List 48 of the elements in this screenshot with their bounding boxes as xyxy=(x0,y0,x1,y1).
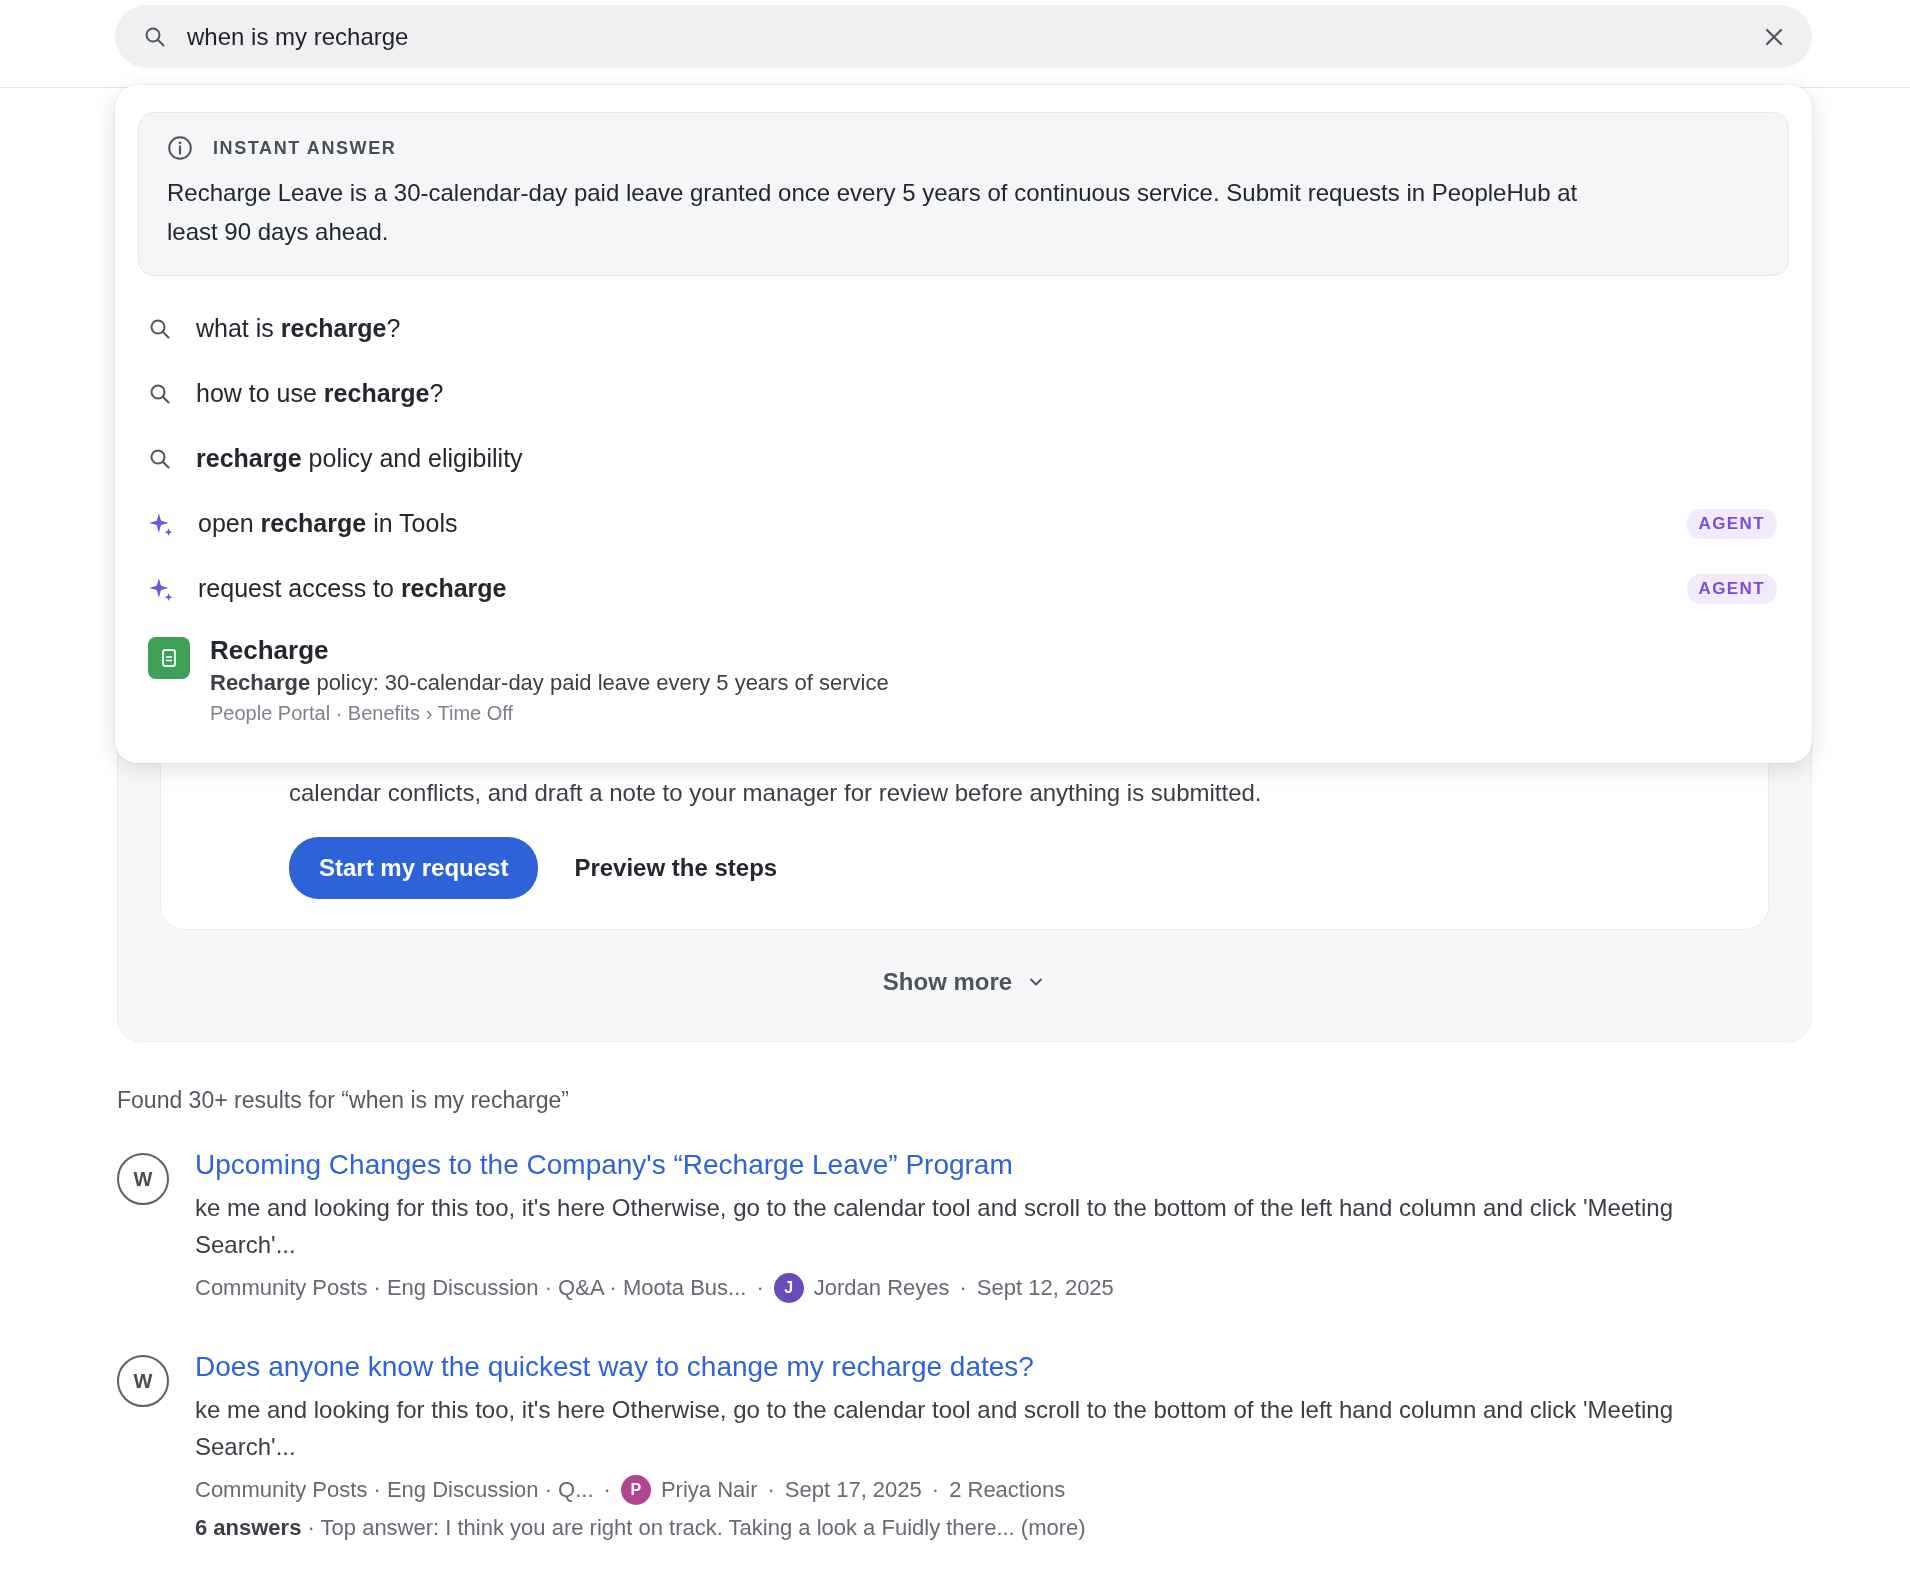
search-bar[interactable]: when is my recharge xyxy=(115,5,1812,68)
document-suggestion[interactable]: Recharge Recharge policy: 30-calendar-day paid leave every 5 years of service People Portal · Benefits › Time Off xyxy=(138,621,1789,725)
document-icon xyxy=(148,637,190,679)
suggestion-text: recharge policy and eligibility xyxy=(196,444,524,473)
result-meta: · xyxy=(756,1275,764,1301)
search-input[interactable]: when is my recharge xyxy=(185,21,1744,52)
result-snippet: ke me and looking for this too, it's here Otherwise, go to the calendar tool and scroll to the bottom of the left hand column and click 'Meeting Search'... xyxy=(195,1395,1674,1462)
result-title-link[interactable]: Does anyone know the quickest way to change my recharge dates? xyxy=(195,1351,1034,1383)
suggestion-item[interactable]: recharge policy and eligibility xyxy=(138,426,1789,491)
document-title: Recharge xyxy=(210,635,330,666)
result-meta: Sept 12, 2025 xyxy=(976,1275,1114,1301)
result-meta: · xyxy=(603,1477,611,1503)
author-name: Priya Nair xyxy=(660,1477,758,1503)
agent-card-text: calendar conflicts, and draft a note to your manager for review before anything is submitted. xyxy=(289,779,1263,807)
result-meta: 2 Reactions xyxy=(949,1477,1066,1503)
result-meta: · xyxy=(767,1477,775,1503)
result-meta: · xyxy=(931,1477,940,1503)
result-meta: Sept 17, 2025 xyxy=(784,1477,922,1503)
result-meta: Community Posts · Eng Discussion · Q&A · Moota Bus... xyxy=(195,1275,747,1301)
start-request-button[interactable]: Start my request xyxy=(289,837,539,899)
suggestion-item[interactable]: how to use recharge? xyxy=(138,361,1789,426)
suggestion-item[interactable]: open recharge in Tools AGENT xyxy=(138,491,1789,556)
instant-answer-label: INSTANT ANSWER xyxy=(213,137,397,159)
author-name: Jordan Reyes xyxy=(813,1275,950,1301)
source-avatar: W xyxy=(117,1153,169,1205)
result-meta: · xyxy=(959,1275,967,1301)
author-avatar: P xyxy=(620,1475,651,1505)
suggestion-item[interactable]: what is recharge? xyxy=(138,296,1789,361)
agent-badge: AGENT xyxy=(1686,508,1777,539)
suggestion-item[interactable]: request access to recharge AGENT xyxy=(138,556,1789,621)
suggestion-text: request access to recharge xyxy=(198,574,508,603)
agent-badge: AGENT xyxy=(1686,573,1777,604)
result-snippet: ke me and looking for this too, it's here Otherwise, go to the calendar tool and scroll to the bottom of the left hand column and click 'Meeting Search'... xyxy=(195,1193,1674,1260)
results-summary: Found 30+ results for “when is my recharge” xyxy=(117,1087,570,1114)
author-avatar: J xyxy=(773,1273,804,1303)
info-icon xyxy=(167,135,193,161)
result-title-link[interactable]: Upcoming Changes to the Company's “Recharge Leave” Program xyxy=(195,1149,1013,1181)
result-meta: Community Posts · Eng Discussion · Q... xyxy=(195,1477,594,1503)
instant-answer-text: Recharge Leave is a 30-calendar-day paid leave granted once every 5 years of continuous service. Submit requests in PeopleHub at least 90 days ahead. xyxy=(167,178,1579,247)
show-more-button[interactable]: Show more xyxy=(882,968,1047,996)
source-avatar: W xyxy=(117,1355,169,1407)
answers-summary: 6 answers · Top answer: I think you are right on track. Taking a look a Fuidly there... (more) xyxy=(195,1515,1087,1541)
preview-steps-button[interactable]: Preview the steps xyxy=(574,850,778,886)
document-snippet: Recharge policy: 30-calendar-day paid leave every 5 years of service xyxy=(210,670,889,696)
suggestion-text: how to use recharge? xyxy=(196,379,445,408)
document-path: People Portal · Benefits › Time Off xyxy=(210,702,515,725)
suggestion-text: open recharge in Tools xyxy=(198,509,459,538)
suggestion-text: what is recharge? xyxy=(196,314,402,343)
